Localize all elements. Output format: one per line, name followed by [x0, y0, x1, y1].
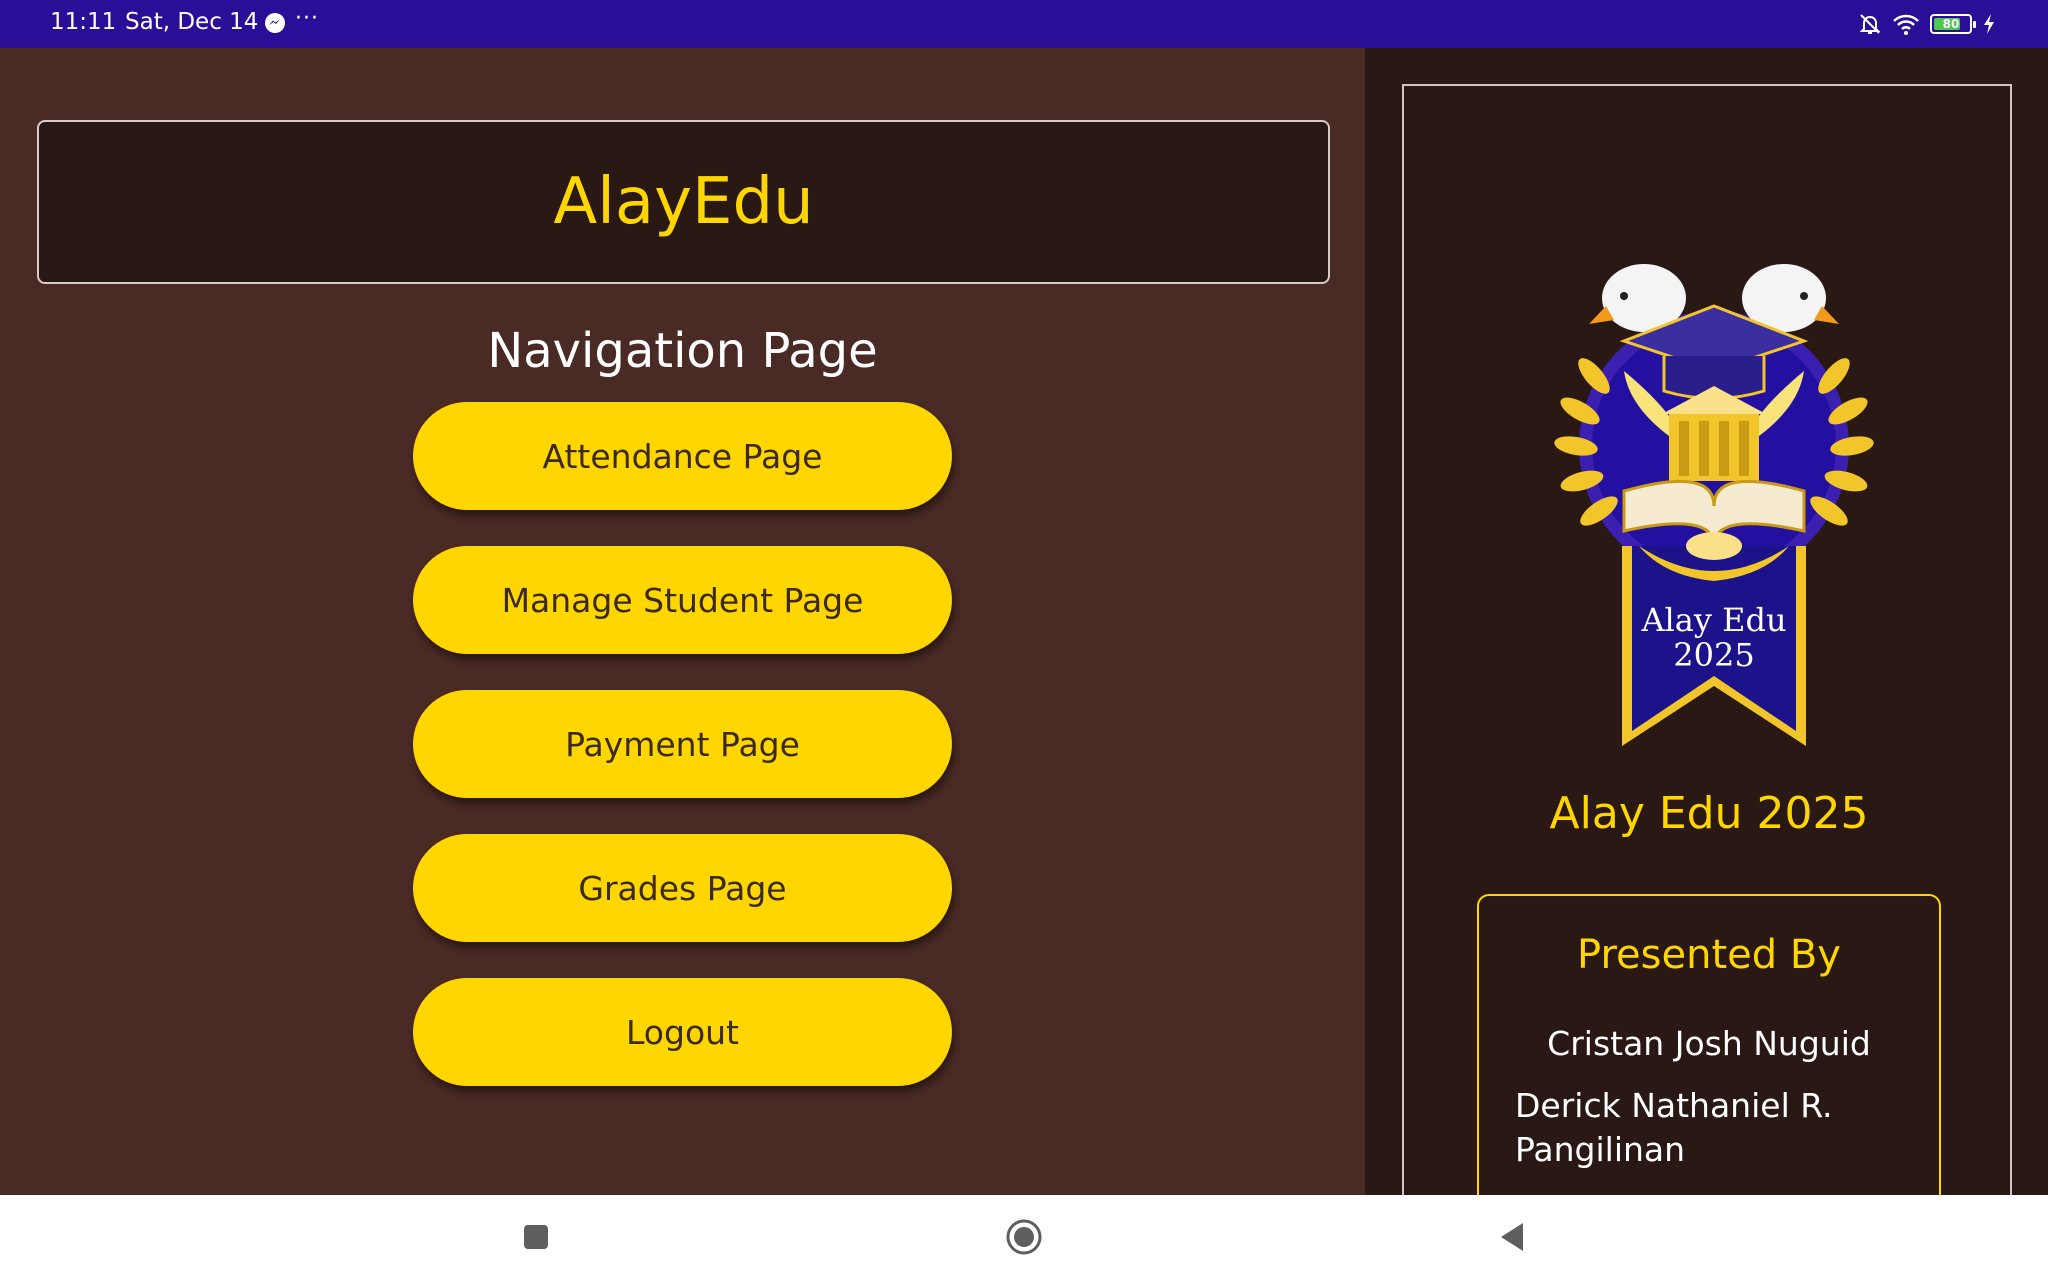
- back-button[interactable]: [1488, 1213, 1536, 1261]
- back-triangle-icon: [1501, 1223, 1523, 1251]
- battery-level: 80: [1942, 17, 1960, 31]
- logout-button[interactable]: Logout: [413, 978, 952, 1086]
- app-title: AlayEdu: [553, 165, 814, 239]
- info-card: Alay Edu 2025 Alay Edu 2025 Presented By…: [1402, 84, 2012, 1280]
- logo-caption: Alay Edu 2025: [1549, 788, 1869, 839]
- logo-text-line1: Alay Edu: [1640, 601, 1786, 639]
- bell-off-icon: [1859, 14, 1881, 34]
- grades-page-button[interactable]: Grades Page: [413, 834, 952, 942]
- charging-icon: [1984, 14, 1994, 34]
- system-navigation-bar: [0, 1195, 2048, 1280]
- payment-page-button[interactable]: Payment Page: [413, 690, 952, 798]
- status-bar: 11:11 Sat, Dec 14 ··· 80: [0, 0, 2048, 48]
- messenger-icon: [265, 13, 285, 33]
- page-title: Navigation Page: [487, 323, 878, 379]
- info-panel: Alay Edu 2025 Alay Edu 2025 Presented By…: [1365, 48, 2048, 1280]
- attendance-page-button[interactable]: Attendance Page: [413, 402, 952, 510]
- navigation-panel: AlayEdu Navigation Page Attendance Page …: [0, 48, 1365, 1195]
- more-notifications-icon: ···: [295, 6, 319, 31]
- status-date: Sat, Dec 14: [125, 9, 259, 35]
- presenter-name: Derick Nathaniel R. Pangilinan: [1515, 1086, 1833, 1169]
- presented-by-heading: Presented By: [1577, 932, 1841, 978]
- status-icons: 80: [1858, 10, 1996, 38]
- logo-text-line2: 2025: [1673, 636, 1754, 674]
- recents-button[interactable]: [512, 1213, 560, 1261]
- presenter-name: Cristan Josh Nuguid: [1547, 1024, 1871, 1063]
- app-header: AlayEdu: [37, 120, 1330, 284]
- home-button[interactable]: [1000, 1213, 1048, 1261]
- alay-edu-logo: Alay Edu 2025: [1554, 264, 1874, 746]
- home-circle-icon: [1006, 1219, 1042, 1255]
- manage-student-page-button[interactable]: Manage Student Page: [413, 546, 952, 654]
- battery-icon: 80: [1930, 14, 1976, 34]
- wifi-icon: [1893, 14, 1919, 35]
- status-time: 11:11: [50, 9, 117, 35]
- square-icon: [524, 1225, 548, 1249]
